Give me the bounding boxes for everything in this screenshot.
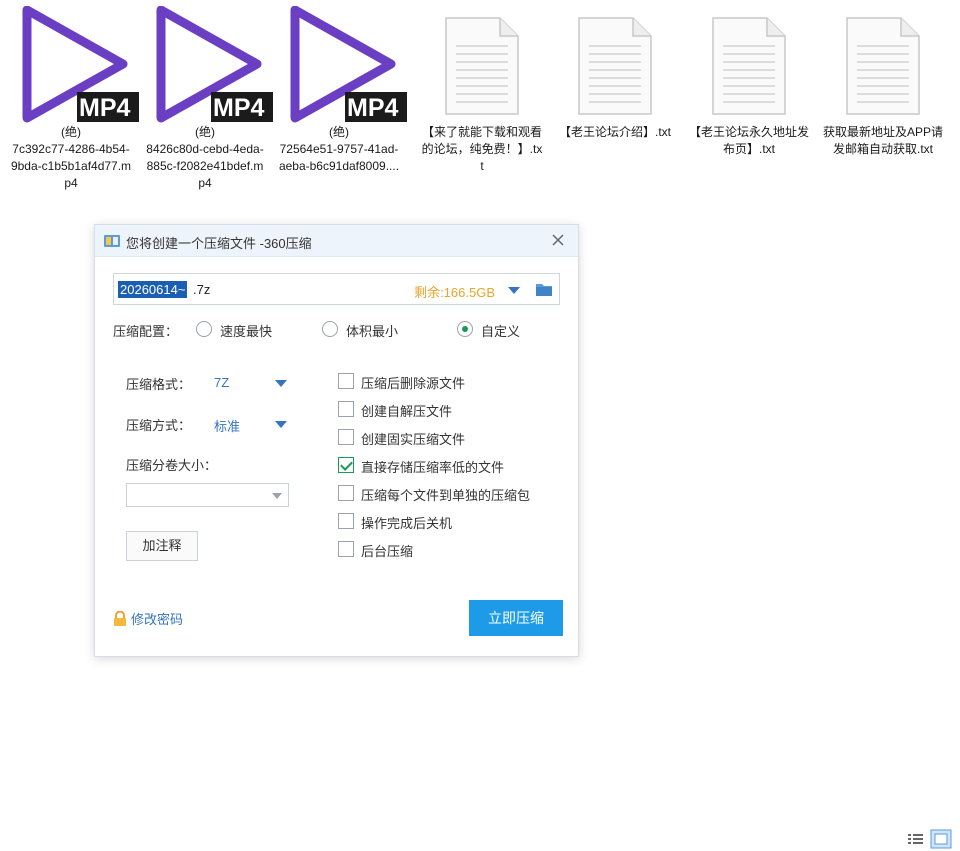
- chevron-down-icon[interactable]: [275, 380, 287, 387]
- dialog-titlebar[interactable]: 您将创建一个压缩文件 -360压缩: [95, 225, 578, 257]
- file-item-mp4-1[interactable]: MP4 (绝) 7c392c77-4286-4b54-9bda-c1b5b1af…: [6, 6, 139, 192]
- lock-icon: [114, 611, 126, 626]
- file-name: 获取最新地址及APP请发邮箱自动获取.txt: [822, 125, 943, 156]
- mp4-badge: MP4: [347, 94, 399, 122]
- file-area: MP4 (绝) 7c392c77-4286-4b54-9bda-c1b5b1af…: [0, 0, 960, 210]
- checkbox-background[interactable]: [338, 541, 354, 557]
- checkbox-solid-archive[interactable]: [338, 429, 354, 445]
- file-item-txt-3[interactable]: 【老王论坛永久地址发布页】.txt: [684, 6, 814, 158]
- file-item-txt-1[interactable]: 【来了就能下载和观看的论坛，纯免费！】.txt: [417, 6, 547, 175]
- checkbox-shutdown-label: 操作完成后关机: [361, 516, 453, 531]
- free-space-label: 剩余:166.5GB: [414, 285, 495, 300]
- format-select[interactable]: 7Z: [214, 375, 229, 390]
- file-name: 7c392c77-4286-4b54-9bda-c1b5b1af4d77.mp4: [10, 142, 132, 190]
- text-file-icon: [445, 17, 519, 115]
- radio-fastest-label: 速度最快: [220, 324, 273, 339]
- file-name-prefix: (绝): [61, 125, 81, 139]
- file-name: 【老王论坛介绍】.txt: [558, 125, 671, 139]
- file-name-prefix: (绝): [329, 125, 349, 139]
- checkbox-store-low-ratio[interactable]: [338, 457, 354, 473]
- volume-size-combo[interactable]: [126, 483, 289, 507]
- checkbox-store-low-ratio-label: 直接存储压缩率低的文件: [361, 460, 505, 475]
- view-mode-buttons: [904, 829, 956, 849]
- mp4-badge: MP4: [79, 94, 131, 122]
- checkbox-separate-archives-label: 压缩每个文件到单独的压缩包: [361, 488, 531, 503]
- large-icons-view-icon[interactable]: [930, 829, 952, 849]
- filename-selected-text: 20260614~: [118, 281, 188, 298]
- file-name: 【老王论坛永久地址发布页】.txt: [688, 125, 809, 156]
- radio-fastest[interactable]: [196, 321, 212, 337]
- method-label: 压缩方式：: [126, 418, 192, 433]
- file-item-mp4-2[interactable]: MP4 (绝) 8426c80d-cebd-4eda-885c-f2082e41…: [140, 6, 273, 192]
- checkbox-background-label: 后台压缩: [361, 544, 414, 559]
- radio-smallest-label: 体积最小: [346, 324, 399, 339]
- checkbox-delete-source-label: 压缩后删除源文件: [361, 376, 466, 391]
- mp4-badge: MP4: [213, 94, 265, 122]
- config-label: 压缩配置：: [113, 324, 179, 339]
- volume-size-label: 压缩分卷大小：: [126, 458, 218, 473]
- file-name: 72564e51-9757-41ad-aeba-b6c91daf8009....: [278, 142, 400, 173]
- file-name: 8426c80d-cebd-4eda-885c-f2082e41bdef.mp4: [146, 142, 264, 190]
- compress-dialog: 您将创建一个压缩文件 -360压缩 20260614~ .7z 剩余:166.5…: [94, 224, 579, 657]
- file-name-prefix: (绝): [195, 125, 215, 139]
- radio-custom-label: 自定义: [481, 324, 521, 339]
- radio-smallest[interactable]: [322, 321, 338, 337]
- checkbox-self-extract[interactable]: [338, 401, 354, 417]
- chevron-down-icon[interactable]: [272, 493, 282, 499]
- checkbox-delete-source[interactable]: [338, 373, 354, 389]
- chevron-down-icon[interactable]: [275, 421, 287, 428]
- radio-custom[interactable]: [457, 321, 473, 337]
- archive-app-icon: [104, 235, 120, 247]
- file-item-txt-2[interactable]: 【老王论坛介绍】.txt: [550, 6, 680, 141]
- compress-now-button[interactable]: 立即压缩: [469, 600, 563, 636]
- file-item-mp4-3[interactable]: MP4 (绝) 72564e51-9757-41ad-aeba-b6c91daf…: [274, 6, 407, 175]
- archive-path-input[interactable]: 20260614~ .7z 剩余:166.5GB: [113, 273, 560, 305]
- change-password-label: 修改密码: [131, 612, 184, 627]
- details-view-icon[interactable]: [904, 829, 926, 849]
- add-comment-button[interactable]: 加注释: [126, 531, 198, 561]
- change-password-link[interactable]: 修改密码: [113, 609, 183, 628]
- checkbox-self-extract-label: 创建自解压文件: [361, 404, 453, 419]
- chevron-down-icon[interactable]: [507, 286, 521, 295]
- dialog-title: 您将创建一个压缩文件 -360压缩: [126, 236, 312, 251]
- method-select[interactable]: 标准: [214, 416, 240, 435]
- text-file-icon: [578, 17, 652, 115]
- file-item-txt-4[interactable]: 获取最新地址及APP请发邮箱自动获取.txt: [818, 6, 948, 158]
- checkbox-separate-archives[interactable]: [338, 485, 354, 501]
- filename-extension: .7z: [193, 282, 211, 297]
- text-file-icon: [846, 17, 920, 115]
- checkbox-solid-archive-label: 创建固实压缩文件: [361, 432, 466, 447]
- format-label: 压缩格式：: [126, 377, 192, 392]
- checkbox-shutdown[interactable]: [338, 513, 354, 529]
- text-file-icon: [712, 17, 786, 115]
- close-icon[interactable]: [548, 230, 568, 250]
- file-name: 【来了就能下载和观看的论坛，纯免费！】.txt: [421, 125, 543, 173]
- folder-icon[interactable]: [535, 281, 553, 297]
